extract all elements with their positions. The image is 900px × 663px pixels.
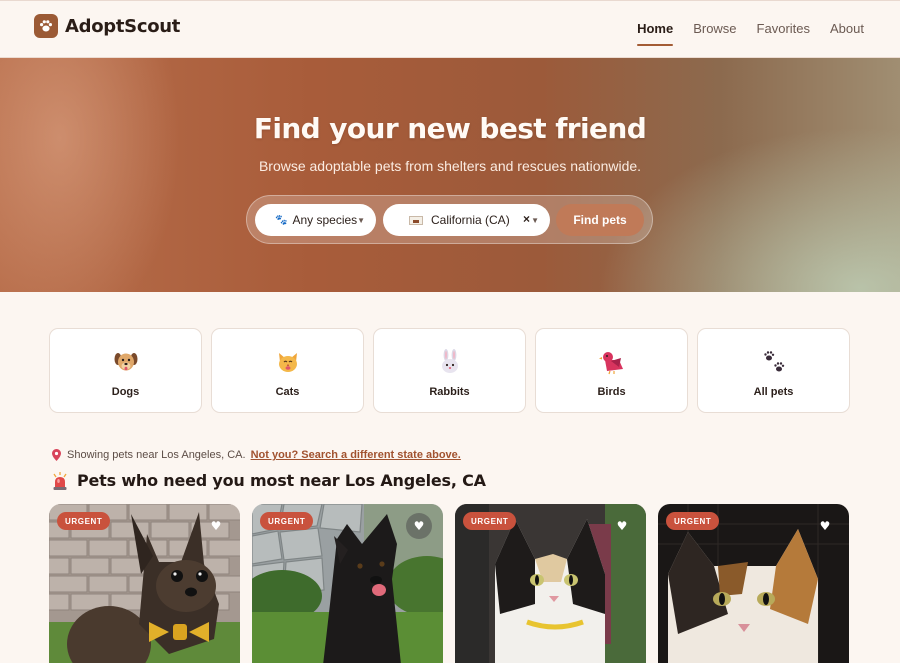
section-title: Pets who need you most near Los Angeles,… <box>77 471 486 490</box>
nav-home[interactable]: Home <box>637 21 674 47</box>
nav-browse[interactable]: Browse <box>693 21 736 47</box>
location-text: Showing pets near Los Angeles, CA. <box>67 449 246 461</box>
location-notice: Showing pets near Los Angeles, CA. Not y… <box>52 449 461 461</box>
top-navigation-bar: AdoptScout Home Browse Favorites About <box>0 0 900 58</box>
category-label: Dogs <box>111 386 140 398</box>
hero-subtitle: Browse adoptable pets from shelters and … <box>258 158 642 174</box>
paw-small-icon: 🐾 <box>275 214 288 226</box>
location-pin-icon <box>52 449 61 461</box>
urgent-badge: URGENT <box>260 512 314 530</box>
nav-about[interactable]: About <box>830 21 864 47</box>
pet-card[interactable]: URGENT ♥ <box>252 504 443 663</box>
category-tile-all-pets[interactable]: All pets <box>697 328 850 413</box>
paw-logo-icon <box>34 14 58 38</box>
find-pets-button[interactable]: Find pets <box>556 204 644 236</box>
category-label: Cats <box>275 386 300 398</box>
urgent-badge: URGENT <box>463 512 517 530</box>
heart-icon[interactable]: ♥ <box>203 513 229 539</box>
brand-logo[interactable]: AdoptScout <box>34 14 180 38</box>
cat-icon <box>212 349 363 375</box>
main-nav: Home Browse Favorites About <box>637 21 864 47</box>
category-label: Rabbits <box>429 386 470 398</box>
bird-icon <box>536 349 687 375</box>
chevron-down-icon: ▼ <box>357 216 365 225</box>
change-state-link[interactable]: Not you? Search a different state above. <box>251 449 461 461</box>
pet-card[interactable]: URGENT ♥ <box>49 504 240 663</box>
nav-favorites[interactable]: Favorites <box>757 21 810 47</box>
paw-prints-icon <box>698 349 849 375</box>
category-tile-dogs[interactable]: Dogs <box>49 328 202 413</box>
pet-card[interactable]: URGENT ♥ <box>455 504 646 663</box>
category-label: All pets <box>753 386 794 398</box>
category-tile-rabbits[interactable]: Rabbits <box>373 328 526 413</box>
pet-card[interactable]: URGENT ♥ <box>658 504 849 663</box>
urgent-badge: URGENT <box>666 512 720 530</box>
state-flag-icon <box>409 215 423 225</box>
clear-state-icon[interactable]: × <box>523 212 530 226</box>
brand-name: AdoptScout <box>65 15 181 37</box>
state-select-value: California (CA) <box>431 213 510 227</box>
hero-banner: Find your new best friend Browse adoptab… <box>0 58 900 292</box>
siren-icon <box>53 471 67 490</box>
heart-icon[interactable]: ♥ <box>609 513 635 539</box>
heart-icon[interactable]: ♥ <box>406 513 432 539</box>
dog-icon <box>50 349 201 375</box>
state-select[interactable]: California (CA) × ▼ <box>383 204 550 236</box>
chevron-down-icon[interactable]: ▼ <box>531 216 539 225</box>
rabbit-icon <box>374 349 525 375</box>
species-select[interactable]: 🐾 Any species ▼ <box>255 204 376 236</box>
urgent-pets-heading: Pets who need you most near Los Angeles,… <box>52 471 486 490</box>
heart-icon[interactable]: ♥ <box>812 513 838 539</box>
category-tile-birds[interactable]: Birds <box>535 328 688 413</box>
hero-title: Find your new best friend <box>253 112 647 145</box>
category-tile-cats[interactable]: Cats <box>211 328 364 413</box>
species-select-value: Any species <box>292 213 358 227</box>
pet-search-bar: 🐾 Any species ▼ California (CA) × ▼ Find… <box>246 195 653 244</box>
urgent-badge: URGENT <box>57 512 111 530</box>
category-label: Birds <box>597 386 626 398</box>
